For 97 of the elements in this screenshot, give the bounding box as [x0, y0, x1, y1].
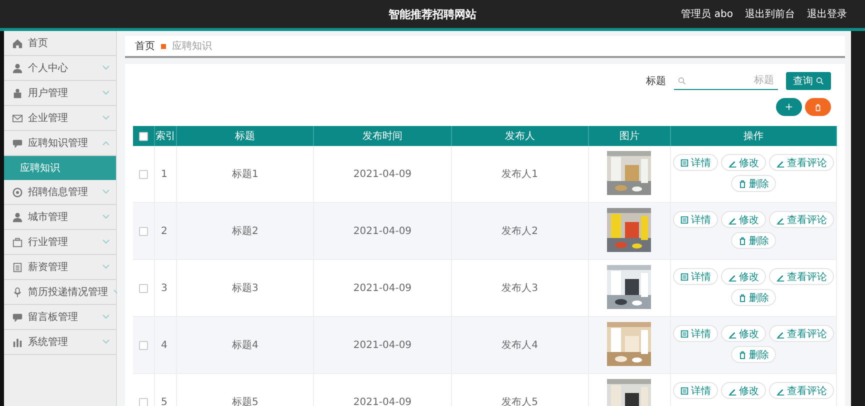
action-button[interactable]: 查看评论	[768, 154, 834, 171]
row-checkbox[interactable]	[139, 170, 148, 178]
microphone-icon	[12, 286, 23, 298]
sidebar-item[interactable]: 城市管理	[4, 205, 116, 230]
trash-icon	[738, 236, 747, 246]
table-cell: 3	[161, 282, 168, 294]
action-button[interactable]: 删除	[730, 232, 776, 249]
search-icon	[816, 77, 824, 85]
action-button[interactable]: 修改	[720, 382, 766, 399]
table-cell-text: 标题3	[232, 282, 258, 295]
action-button[interactable]: 删除	[730, 346, 776, 363]
table-cell: 2021-04-09	[353, 226, 412, 236]
column-header: 图片	[588, 126, 671, 146]
action-button[interactable]: 查看评论	[768, 268, 834, 285]
table-cell: 5	[161, 396, 168, 406]
target-icon	[12, 186, 23, 198]
sidebar-item[interactable]: 行业管理	[4, 230, 116, 255]
select-all-checkbox[interactable]	[139, 132, 148, 140]
breadcrumb-current: 应聘知识	[172, 40, 212, 53]
separator-icon	[161, 44, 166, 48]
document-icon	[680, 272, 689, 282]
table-cell-text: 标题4	[232, 338, 258, 352]
table-cell: 2021-04-09	[353, 340, 412, 350]
document-icon	[680, 386, 689, 396]
action-button[interactable]: 删除	[730, 175, 776, 192]
action-button[interactable]: 修改	[720, 268, 766, 285]
chat-icon	[12, 312, 23, 322]
trash-icon	[738, 292, 747, 302]
sidebar-item[interactable]: 首页	[4, 31, 116, 56]
header-link[interactable]: 退出到前台	[745, 7, 795, 21]
admin-name: 管理员 abo	[681, 8, 733, 21]
action-button[interactable]: 查看评论	[768, 325, 834, 342]
trash-icon	[738, 350, 747, 360]
sidebar-item[interactable]: 系统管理	[4, 330, 116, 355]
table-cell: 2021-04-09	[353, 168, 412, 180]
table-cell-text: 标题5	[232, 396, 258, 406]
table-cell: 2021-04-09	[353, 396, 412, 406]
table-cell: 2021-04-09	[353, 282, 412, 294]
sidebar-item[interactable]: 用户管理	[4, 81, 116, 106]
action-button[interactable]: 详情	[672, 382, 718, 399]
person-icon	[12, 212, 23, 222]
home-icon	[12, 38, 23, 48]
chat-icon	[12, 138, 23, 148]
table-cell-text: 发布人2	[502, 225, 538, 238]
sidebar-subitem[interactable]: 应聘知识	[4, 156, 116, 180]
table-cell-text: 发布人1	[502, 168, 538, 181]
action-button[interactable]: 查看评论	[768, 382, 834, 399]
sidebar-item[interactable]: 个人中心	[4, 56, 116, 81]
sidebar-item[interactable]: 招聘信息管理	[4, 180, 116, 205]
action-button[interactable]: 详情	[672, 154, 718, 171]
table-cell-text: 发布人3	[502, 282, 538, 295]
user-icon	[12, 88, 23, 98]
breadcrumb-link[interactable]: 首页	[135, 39, 155, 53]
column-header: 发布人	[452, 126, 589, 146]
table-cell-text: 标题1	[232, 168, 258, 181]
table-cell: 2	[161, 226, 168, 236]
search-label: 标题	[646, 74, 666, 88]
sidebar-item[interactable]: 薪资管理	[4, 255, 116, 280]
table-cell: 4	[161, 340, 168, 350]
search-field[interactable]: 标题	[674, 72, 778, 90]
document-icon	[12, 262, 23, 272]
action-button[interactable]: 详情	[672, 268, 718, 285]
action-button[interactable]: 详情	[672, 325, 718, 342]
header-link[interactable]: 退出登录	[807, 7, 847, 21]
briefcase-icon	[12, 236, 23, 248]
bar-chart-icon	[12, 336, 23, 348]
search-button[interactable]: 查询	[786, 72, 831, 90]
search-icon	[678, 77, 686, 85]
trash-icon	[814, 102, 822, 112]
trash-icon	[738, 178, 747, 188]
action-button[interactable]: 修改	[720, 325, 766, 342]
row-checkbox[interactable]	[139, 284, 148, 292]
mail-icon	[12, 112, 23, 124]
person-icon	[12, 62, 23, 74]
column-header: 发布时间	[314, 126, 452, 146]
table-cell-text: 标题2	[232, 224, 258, 238]
action-button[interactable]: 修改	[720, 154, 766, 171]
column-header: 操作	[670, 126, 837, 146]
row-checkbox[interactable]	[139, 226, 148, 236]
document-icon	[680, 158, 689, 168]
action-button[interactable]: 详情	[672, 211, 718, 228]
sidebar-item[interactable]: 企业管理	[4, 106, 116, 131]
action-button[interactable]: 修改	[720, 211, 766, 228]
action-button[interactable]: 删除	[730, 289, 776, 306]
row-checkbox[interactable]	[139, 340, 148, 350]
document-icon	[680, 328, 689, 338]
delete-button[interactable]	[805, 98, 831, 116]
column-header: 索引	[155, 126, 177, 146]
document-icon	[680, 214, 689, 224]
add-button[interactable]: +	[776, 98, 802, 116]
table-cell: 1	[161, 168, 168, 180]
row-checkbox[interactable]	[139, 398, 148, 406]
column-header: 标题	[177, 126, 314, 146]
action-button[interactable]: 查看评论	[768, 211, 834, 228]
site-title: 智能推荐招聘网站	[388, 6, 476, 22]
sidebar-item[interactable]: 留言板管理	[4, 305, 116, 330]
table-cell-text: 发布人4	[502, 339, 538, 352]
